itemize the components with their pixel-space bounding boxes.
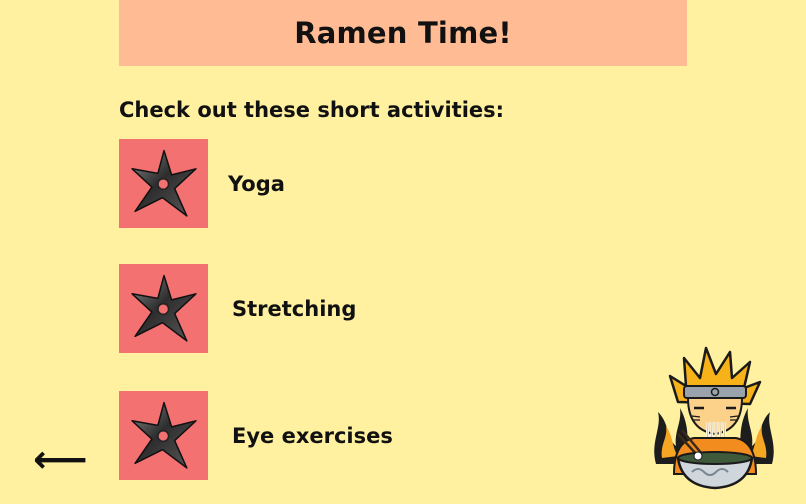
activity-item-eye-exercises[interactable]: Eye exercises: [119, 391, 539, 480]
activities-intro: Check out these short activities:: [119, 98, 505, 122]
ninja-eating-ramen-illustration: [654, 346, 774, 490]
back-arrow-button[interactable]: ⟵: [33, 438, 87, 480]
activity-thumbnail[interactable]: [119, 139, 208, 228]
shuriken-icon: [130, 401, 197, 469]
activity-label[interactable]: Yoga: [228, 172, 285, 196]
page-title: Ramen Time!: [294, 16, 512, 50]
activity-thumbnail[interactable]: [119, 264, 208, 353]
activity-item-yoga[interactable]: Yoga: [119, 139, 539, 228]
activity-label[interactable]: Stretching: [232, 297, 356, 321]
shuriken-icon: [130, 274, 197, 342]
shuriken-icon: [130, 149, 197, 217]
activity-thumbnail[interactable]: [119, 391, 208, 480]
activity-item-stretching[interactable]: Stretching: [119, 264, 539, 353]
page-header: Ramen Time!: [119, 0, 687, 66]
activity-label[interactable]: Eye exercises: [232, 424, 393, 448]
